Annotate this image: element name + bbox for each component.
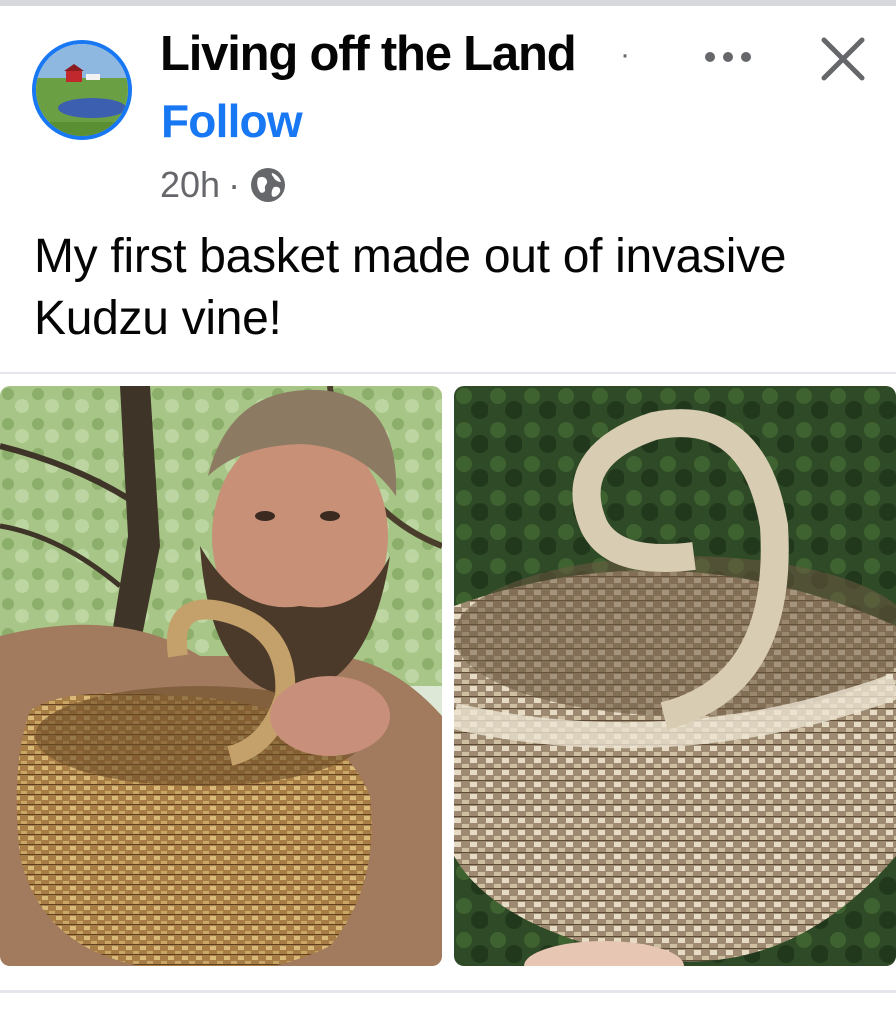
close-icon[interactable] (818, 34, 868, 84)
post-time[interactable]: 20h (160, 164, 220, 206)
page-name[interactable]: Living off the Land (160, 26, 577, 82)
avatar-farm-image (36, 44, 128, 136)
bottom-divider (0, 990, 896, 993)
top-edge-bar (0, 0, 896, 6)
name-separator: · (620, 38, 630, 71)
photo-basket-closeup[interactable] (454, 386, 896, 966)
divider (0, 372, 896, 374)
globe-icon[interactable] (250, 167, 286, 203)
post-text: My first basket made out of invasive Kud… (34, 230, 787, 345)
more-options-icon[interactable] (700, 42, 756, 72)
page-avatar[interactable] (32, 40, 132, 140)
photo-man-holding-basket[interactable] (0, 386, 442, 966)
follow-button[interactable]: Follow (161, 94, 303, 148)
post-meta: 20h · (160, 164, 286, 206)
meta-separator: · (228, 164, 241, 205)
